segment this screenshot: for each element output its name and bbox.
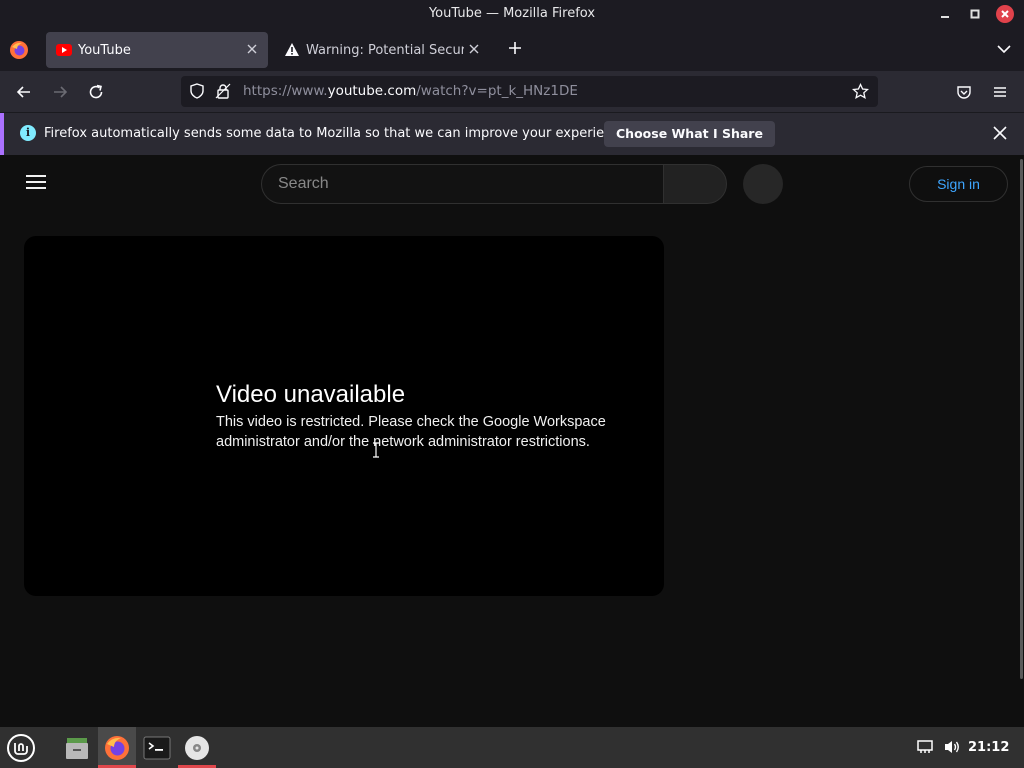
shield-icon[interactable] bbox=[189, 83, 205, 99]
tab-label: YouTube bbox=[78, 42, 131, 58]
new-tab-button[interactable] bbox=[503, 37, 527, 61]
tab-label: Warning: Potential Security Risk Ahead bbox=[306, 42, 464, 58]
video-error-message: This video is restricted. Please check t… bbox=[216, 414, 606, 450]
menu-line bbox=[26, 181, 46, 183]
taskbar-media[interactable] bbox=[178, 727, 216, 768]
close-tab-button[interactable] bbox=[242, 43, 262, 58]
video-player[interactable]: Video unavailable This video is restrict… bbox=[24, 236, 664, 596]
tab-youtube[interactable]: YouTube bbox=[46, 32, 268, 68]
menu-line bbox=[26, 187, 46, 189]
terminal-icon bbox=[143, 736, 171, 759]
arrow-left-icon bbox=[16, 86, 30, 98]
guide-menu-button[interactable] bbox=[26, 175, 46, 191]
scrollbar-thumb[interactable] bbox=[1020, 159, 1023, 679]
maximize-button[interactable] bbox=[966, 5, 984, 23]
telemetry-notification-bar: i Firefox automatically sends some data … bbox=[0, 113, 1024, 155]
volume-icon[interactable] bbox=[943, 739, 961, 755]
taskbar-terminal[interactable] bbox=[138, 727, 176, 768]
taskbar-firefox[interactable] bbox=[98, 727, 136, 768]
sign-in-label: Sign in bbox=[937, 176, 980, 192]
minimize-icon bbox=[941, 16, 949, 18]
clock[interactable]: 21:12 bbox=[968, 740, 1009, 755]
lock-icon[interactable] bbox=[215, 83, 231, 99]
reload-icon bbox=[89, 84, 103, 99]
close-icon bbox=[1001, 10, 1009, 18]
taskbar: 21:12 bbox=[0, 727, 1024, 768]
app-menu-button[interactable] bbox=[988, 80, 1012, 104]
plus-icon bbox=[509, 42, 521, 54]
reload-button[interactable] bbox=[84, 80, 108, 104]
search-button[interactable] bbox=[663, 164, 727, 204]
page-scrollbar[interactable] bbox=[1018, 155, 1024, 727]
video-error-title: Video unavailable bbox=[216, 381, 406, 408]
url-scheme: https://www. bbox=[243, 83, 328, 99]
start-menu-button[interactable] bbox=[2, 727, 40, 768]
url-path: /watch?v=pt_k_HNz1DE bbox=[416, 83, 578, 99]
pocket-icon bbox=[957, 86, 971, 99]
close-window-button[interactable] bbox=[996, 5, 1014, 23]
files-icon bbox=[66, 737, 88, 759]
close-tab-button[interactable] bbox=[464, 43, 484, 58]
network-icon[interactable] bbox=[916, 739, 934, 755]
voice-search-button[interactable] bbox=[743, 164, 783, 204]
chevron-down-icon[interactable] bbox=[994, 39, 1014, 59]
tab-security-warning[interactable]: Warning: Potential Security Risk Ahead bbox=[274, 32, 490, 68]
youtube-page: Search Sign in Video unavailable This vi… bbox=[0, 155, 1018, 727]
url-text: https://www.youtube.com/watch?v=pt_k_HNz… bbox=[243, 83, 578, 99]
arrow-right-icon bbox=[54, 86, 68, 98]
taskbar-files[interactable] bbox=[58, 727, 96, 768]
window-title: YouTube — Mozilla Firefox bbox=[428, 6, 596, 21]
back-button[interactable] bbox=[12, 80, 36, 104]
mint-menu-icon bbox=[7, 733, 35, 762]
address-bar[interactable]: https://www.youtube.com/watch?v=pt_k_HNz… bbox=[181, 76, 878, 107]
firefox-icon bbox=[105, 735, 129, 760]
info-icon: i bbox=[20, 125, 36, 141]
search-input[interactable]: Search bbox=[261, 164, 663, 204]
pocket-button[interactable] bbox=[952, 80, 976, 104]
tab-strip: YouTube Warning: Potential Security Risk… bbox=[0, 29, 1024, 71]
choose-what-i-share-button[interactable]: Choose What I Share bbox=[604, 121, 775, 147]
close-icon bbox=[469, 44, 479, 53]
minimize-button[interactable] bbox=[936, 5, 954, 23]
youtube-icon bbox=[56, 44, 72, 56]
forward-button[interactable] bbox=[48, 80, 72, 104]
close-icon[interactable] bbox=[990, 123, 1010, 143]
search-placeholder: Search bbox=[278, 175, 329, 192]
disc-icon bbox=[185, 735, 209, 760]
warning-icon bbox=[285, 43, 299, 56]
text-cursor-icon bbox=[373, 442, 379, 458]
hamburger-menu-icon bbox=[994, 87, 1006, 97]
url-host: youtube.com bbox=[327, 83, 417, 99]
navigation-toolbar: https://www.youtube.com/watch?v=pt_k_HNz… bbox=[0, 71, 1024, 113]
sign-in-button[interactable]: Sign in bbox=[909, 166, 1008, 202]
close-icon bbox=[247, 44, 257, 53]
window-titlebar: YouTube — Mozilla Firefox bbox=[0, 0, 1024, 29]
maximize-icon bbox=[970, 9, 980, 19]
menu-line bbox=[26, 175, 46, 177]
firefox-view-icon[interactable] bbox=[8, 39, 30, 61]
bookmark-star-icon[interactable] bbox=[852, 83, 869, 100]
notification-message: Firefox automatically sends some data to… bbox=[44, 126, 632, 141]
